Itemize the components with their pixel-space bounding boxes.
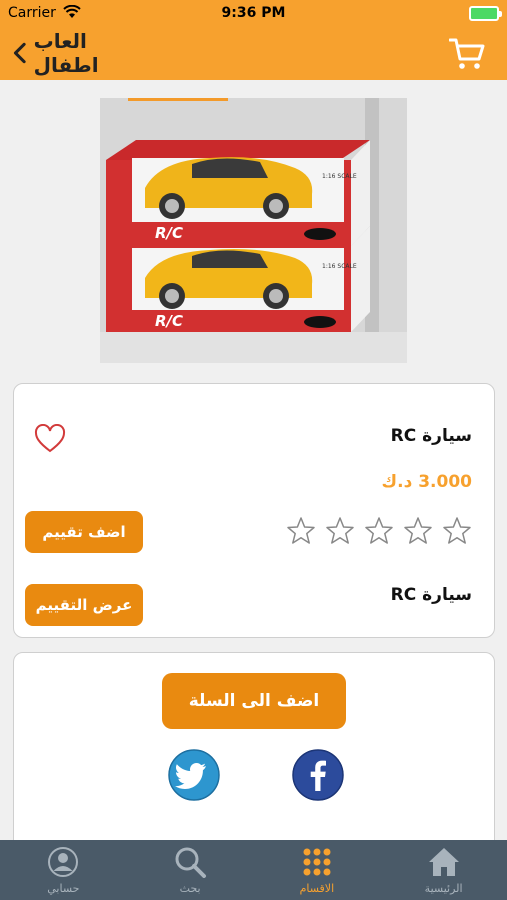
tab-label: الاقسام	[299, 882, 335, 895]
box-brand-label: R/C	[155, 224, 183, 242]
heart-icon[interactable]	[34, 424, 66, 454]
profile-icon	[48, 847, 79, 877]
facebook-icon[interactable]	[292, 749, 344, 801]
product-info-card: سيارة RC 3.000 د.ك اضف تقييم سيارة RC عر…	[13, 383, 495, 638]
cart-icon[interactable]	[449, 37, 485, 71]
tab-label: الرئيسية	[424, 882, 463, 895]
grid-icon	[303, 848, 331, 876]
star-icon[interactable]	[364, 516, 394, 546]
add-rating-button[interactable]: اضف تقييم	[25, 511, 143, 553]
view-reviews-button[interactable]: عرض التقييم	[25, 584, 143, 626]
rating-stars	[286, 516, 472, 546]
box-scale-label: 1:16 SCALE	[322, 173, 357, 180]
tab-profile[interactable]: حسابي	[0, 840, 127, 900]
content-area: R/C 1:16 SCALE R/C 1:16 SCALE سيارة RC 3…	[0, 80, 507, 890]
add-to-cart-button[interactable]: اضف الى السلة	[162, 673, 346, 729]
box-brand-label: R/C	[155, 312, 183, 330]
star-icon[interactable]	[286, 516, 316, 546]
star-icon[interactable]	[403, 516, 433, 546]
tab-bar: حسابي بحث الاقسام الرئيسية	[0, 840, 507, 900]
tab-home[interactable]: الرئيسية	[380, 840, 507, 900]
tab-categories[interactable]: الاقسام	[254, 840, 381, 900]
clock: 9:36 PM	[221, 5, 286, 21]
back-button[interactable]: العاب اطفال	[12, 29, 142, 77]
twitter-icon[interactable]	[168, 749, 220, 801]
chevron-left-icon	[13, 42, 26, 64]
product-name-secondary: سيارة RC	[390, 585, 472, 605]
status-bar: Carrier 9:36 PM	[0, 0, 507, 27]
star-icon[interactable]	[325, 516, 355, 546]
battery-icon	[469, 6, 502, 21]
product-name: سيارة RC	[390, 426, 472, 446]
product-image[interactable]: R/C 1:16 SCALE R/C 1:16 SCALE	[100, 98, 407, 363]
box-scale-label: 1:16 SCALE	[322, 263, 357, 270]
tab-label: حسابي	[47, 882, 80, 895]
home-icon	[428, 848, 459, 876]
nav-bar: العاب اطفال	[0, 27, 507, 80]
tab-label: بحث	[179, 882, 201, 895]
product-price: 3.000 د.ك	[381, 472, 472, 492]
star-icon[interactable]	[442, 516, 472, 546]
page-title: العاب اطفال	[33, 29, 99, 77]
search-icon	[175, 847, 207, 878]
tab-search[interactable]: بحث	[127, 840, 254, 900]
